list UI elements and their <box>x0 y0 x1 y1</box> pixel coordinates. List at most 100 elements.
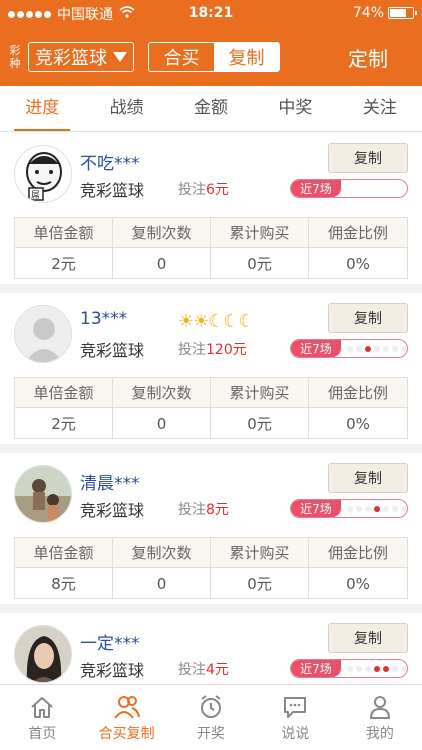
bet-label: 投注 <box>178 662 206 678</box>
avatar[interactable] <box>14 465 72 523</box>
result-dot <box>356 505 362 512</box>
recent-dots <box>347 665 407 672</box>
tab-winning[interactable]: 中奖 <box>253 86 337 131</box>
list-item[interactable]: 13*** ☀☀☾☾☾ 竞彩篮球 投注120元 复制 近7场 单倍金额 复制次数… <box>0 293 422 453</box>
lottery-label: 彩种 <box>9 44 21 70</box>
stat-header: 佣金比例 <box>309 378 407 408</box>
expert-name[interactable]: 13*** <box>80 309 127 329</box>
stat-header: 单倍金额 <box>15 378 113 408</box>
nav-group-copy[interactable]: 合买复制 <box>84 685 168 750</box>
signal-icon <box>8 10 51 18</box>
recent-dots <box>347 505 407 512</box>
chat-bubble-icon <box>284 696 307 718</box>
tab-amount[interactable]: 金额 <box>169 86 253 131</box>
avatar[interactable]: 屌 <box>14 145 72 203</box>
lottery-type: 竞彩篮球 <box>80 661 145 680</box>
stat-value: 0 <box>113 568 211 599</box>
stat-value: 0元 <box>211 248 309 279</box>
recent-label: 近7场 <box>291 500 341 517</box>
result-dot <box>374 665 380 672</box>
recent-record: 近7场 <box>290 499 408 518</box>
list-item[interactable]: 屌 不吃*** 竞彩篮球 投注6元 复制 近7场 单倍金额 复制次数 累计购买 … <box>0 133 422 293</box>
result-dot <box>401 505 407 512</box>
list-item[interactable]: 清晨*** 竞彩篮球 投注8元 复制 近7场 单倍金额 复制次数 累计购买 佣金… <box>0 453 422 613</box>
result-dot <box>374 345 380 352</box>
recent-label: 近7场 <box>291 180 341 197</box>
lottery-select[interactable]: 竞彩篮球 <box>28 42 134 72</box>
customize-button[interactable]: 定制 <box>348 43 388 72</box>
tab-progress[interactable]: 进度 <box>0 86 84 131</box>
stat-header: 单倍金额 <box>15 538 113 568</box>
nav-lottery-results[interactable]: 开奖 <box>169 685 253 750</box>
copy-button[interactable]: 复制 <box>328 143 408 173</box>
stat-value: 0元 <box>211 568 309 599</box>
copy-button[interactable]: 复制 <box>328 303 408 333</box>
avatar[interactable] <box>14 305 72 363</box>
result-dot <box>347 505 353 512</box>
segment-group-buy[interactable]: 合买 <box>149 43 214 71</box>
stat-value: 0元 <box>211 408 309 439</box>
bottom-nav: 首页 合买复制 开奖 说说 我的 <box>0 684 422 750</box>
tab-follow[interactable]: 关注 <box>338 86 422 131</box>
stat-value: 2元 <box>15 408 113 439</box>
lottery-select-value: 竞彩篮球 <box>35 48 107 69</box>
result-dot <box>392 345 398 352</box>
header: 彩种 竞彩篮球 合买 复制 定制 <box>0 28 422 86</box>
expert-name[interactable]: 一定*** <box>80 629 140 654</box>
stat-value: 2元 <box>15 248 113 279</box>
bet-info: 投注8元 <box>178 499 229 519</box>
sort-tabs: 进度 战绩 金额 中奖 关注 <box>0 86 422 132</box>
result-dot <box>356 345 362 352</box>
lottery-type: 竞彩篮球 <box>80 341 145 360</box>
stat-header: 复制次数 <box>113 538 211 568</box>
stat-header: 累计购买 <box>211 538 309 568</box>
nav-posts[interactable]: 说说 <box>253 685 337 750</box>
status-bar: 中国联通 18:21 74% <box>0 0 422 28</box>
recent-record: 近7场 <box>290 179 408 198</box>
copy-button[interactable]: 复制 <box>328 623 408 653</box>
chevron-down-icon <box>113 52 127 62</box>
result-dot <box>365 345 371 352</box>
expert-name[interactable]: 清晨*** <box>80 469 140 494</box>
stat-header: 累计购买 <box>211 218 309 248</box>
alarm-clock-icon <box>201 694 222 718</box>
recent-dots <box>347 345 407 352</box>
bet-label: 投注 <box>178 182 206 198</box>
bet-info: 投注4元 <box>178 659 229 679</box>
top-bar: 中国联通 18:21 74% 彩种 竞彩篮球 合买 复制 定制 <box>0 0 422 86</box>
stat-value: 0% <box>346 574 370 593</box>
bet-label: 投注 <box>178 342 206 358</box>
stat-value: 0% <box>346 414 370 433</box>
avatar[interactable] <box>14 625 72 683</box>
recent-label: 近7场 <box>291 660 341 677</box>
stat-value: 0% <box>346 254 370 273</box>
result-dot <box>383 665 389 672</box>
segment-copy[interactable]: 复制 <box>214 43 279 71</box>
stat-header: 佣金比例 <box>309 538 407 568</box>
user-icon <box>369 695 390 719</box>
nav-home[interactable]: 首页 <box>0 685 84 750</box>
battery-status: 74% <box>353 5 417 21</box>
recent-record: 近7场 <box>290 339 408 358</box>
level-icons: ☀☀☾☾☾ <box>178 311 255 332</box>
result-dot <box>347 345 353 352</box>
result-dot <box>392 665 398 672</box>
tab-record[interactable]: 战绩 <box>84 86 168 131</box>
stats-table: 单倍金额 复制次数 累计购买 佣金比例 8元 0 0元 0% <box>14 537 408 599</box>
bet-label: 投注 <box>178 502 206 518</box>
stat-header: 单倍金额 <box>15 218 113 248</box>
copy-button[interactable]: 复制 <box>328 463 408 493</box>
result-dot <box>347 665 353 672</box>
result-dot <box>401 345 407 352</box>
bet-amount: 8元 <box>206 502 229 518</box>
bet-info: 投注120元 <box>178 339 247 359</box>
nav-label: 合买复制 <box>98 725 155 742</box>
result-dot <box>365 665 371 672</box>
result-dot <box>356 665 362 672</box>
battery-icon <box>388 7 417 19</box>
expert-name[interactable]: 不吃*** <box>80 149 140 174</box>
nav-profile[interactable]: 我的 <box>338 685 422 750</box>
recent-record: 近7场 <box>290 659 408 678</box>
stat-header: 复制次数 <box>113 378 211 408</box>
result-dot <box>392 505 398 512</box>
